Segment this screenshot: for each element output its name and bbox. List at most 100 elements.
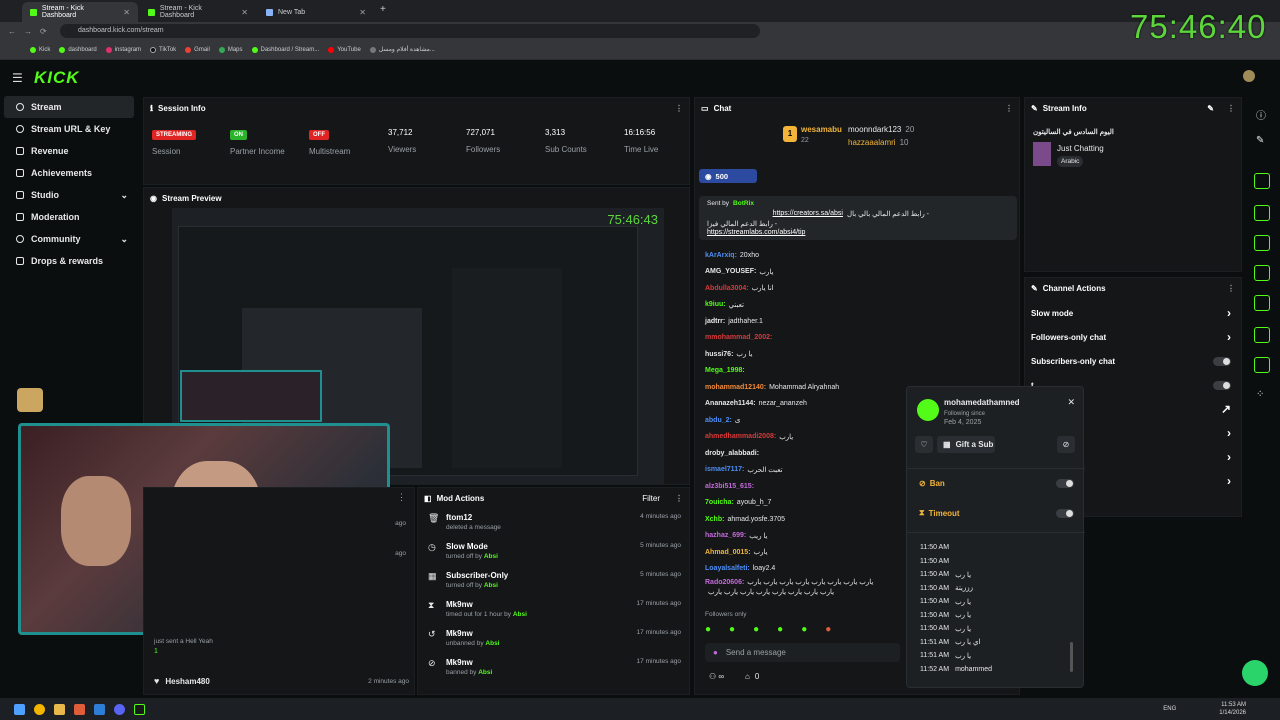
bookmark[interactable]: instagram — [105, 46, 141, 53]
close-icon[interactable]: ✕ — [1067, 397, 1075, 408]
new-tab-button[interactable]: + — [380, 4, 386, 15]
file-explorer-icon[interactable] — [54, 703, 65, 715]
bookmark[interactable]: Dashboard / Stream... — [251, 46, 319, 53]
hamburger-menu-icon[interactable]: ☰ — [12, 71, 23, 85]
more-options-icon[interactable]: ⋮ — [1005, 104, 1013, 113]
mod-action-row[interactable]: 🗑 ftom12 deleted a message 4 minutes ago — [418, 508, 689, 537]
ban-toggle[interactable] — [1056, 479, 1074, 488]
chrome-icon[interactable] — [34, 703, 45, 715]
info-icon[interactable]: ⓘ — [1256, 107, 1266, 122]
chat-message[interactable]: Mega_1998: — [705, 363, 1015, 380]
wrench-icon[interactable] — [1254, 357, 1270, 373]
emote-icon[interactable]: ● — [825, 624, 831, 635]
lightning-icon[interactable] — [1254, 205, 1270, 221]
sidebar-item-community[interactable]: Community ⌄ — [4, 228, 134, 250]
chat-message[interactable]: Abdulla3004: انا يارب — [705, 280, 1015, 297]
chat-username[interactable]: Ahmad_0015: — [705, 549, 751, 556]
more-options-icon[interactable]: ⋮ — [675, 494, 683, 503]
chat-users-icon[interactable]: ⚇ ∞ — [709, 672, 724, 681]
url-input[interactable]: dashboard.kick.com/stream — [60, 24, 760, 38]
chat-username[interactable]: Rado20606: — [705, 579, 744, 586]
chevron-right-icon[interactable]: › — [1227, 450, 1231, 464]
emote-icon[interactable]: ● — [753, 624, 759, 635]
chat-message[interactable]: AMG_YOUSEF: يارب — [705, 264, 1015, 281]
chat-username[interactable]: AMG_YOUSEF: — [705, 268, 756, 275]
scrollbar[interactable] — [1070, 642, 1073, 672]
top-gifter-name[interactable]: wesamabu — [801, 125, 842, 134]
close-tab-icon[interactable]: ✕ — [241, 8, 248, 17]
chevron-right-icon[interactable]: › — [1227, 426, 1231, 440]
language-indicator[interactable]: ENG — [1163, 706, 1176, 712]
gifter-name[interactable]: hazzaaalamri — [848, 138, 896, 147]
chat-username[interactable]: Mega_1998: — [705, 367, 745, 374]
back-icon[interactable]: ← — [8, 27, 16, 36]
filter-button[interactable]: Filter — [642, 494, 660, 503]
bookmark[interactable]: Gmail — [185, 46, 210, 53]
close-tab-icon[interactable]: ✕ — [359, 8, 366, 17]
chat-username[interactable]: alz3bi515_615: — [705, 483, 754, 490]
bookmark[interactable]: TikTok — [150, 46, 176, 53]
chat-username[interactable]: jadtrr: — [705, 318, 725, 325]
browser-tab[interactable]: New Tab ✕ — [258, 2, 374, 22]
more-options-icon[interactable]: ⋮ — [1227, 284, 1235, 293]
browser-tab[interactable]: Stream - Kick Dashboard ✕ — [22, 2, 138, 22]
chevron-right-icon[interactable]: › — [1227, 474, 1231, 488]
chat-message[interactable]: jadtrr: jadthaher.1 — [705, 313, 1015, 330]
chat-username[interactable]: Ananazeh1144: — [705, 400, 756, 407]
chat-username[interactable]: abdu_2: — [705, 417, 732, 424]
chat-username[interactable]: k9iuu: — [705, 301, 726, 308]
chat-username[interactable]: hussi76: — [705, 351, 733, 358]
windows-start-icon[interactable] — [14, 703, 25, 715]
chat-message[interactable]: mmohammad_2002: — [705, 330, 1015, 347]
sidebar-item-achievements[interactable]: Achievements — [4, 162, 134, 184]
sidebar-item-stream-url-key[interactable]: Stream URL & Key — [4, 118, 134, 140]
mod-action-row[interactable]: ◷ Slow Mode turned off by Absi 5 minutes… — [418, 537, 689, 566]
bookmark[interactable]: YouTube — [328, 46, 361, 53]
sidebar-item-studio[interactable]: Studio ⌄ — [4, 184, 134, 206]
more-options-icon[interactable]: ⋮ — [1227, 104, 1235, 113]
chat-username[interactable]: droby_alabbadi: — [705, 450, 759, 457]
gift-sub-button[interactable]: ▦ Gift a Sub — [937, 436, 995, 453]
channel-action-row[interactable]: Subscribers-only chat — [1025, 349, 1241, 373]
app-icon[interactable] — [74, 703, 85, 715]
chat-username[interactable]: hazhaz_699: — [705, 532, 746, 539]
user-card-name[interactable]: mohamedathamned — [944, 398, 1020, 407]
clock[interactable]: 11:53 AM 1/14/2026 — [1219, 701, 1246, 717]
grid-icon[interactable]: ⁘ — [1256, 389, 1264, 400]
camera-icon[interactable] — [1254, 173, 1270, 189]
goal-pill[interactable]: ◉ 500 — [699, 169, 757, 183]
emote-icon[interactable]: ● — [777, 624, 783, 635]
chat-message[interactable]: k9iuu: تعبني — [705, 297, 1015, 314]
forward-icon[interactable]: → — [24, 27, 32, 36]
sidebar-item-drops-rewards[interactable]: Drops & rewards — [4, 250, 134, 272]
bookmark[interactable]: Maps — [218, 46, 243, 53]
category-name[interactable]: Just Chatting — [1057, 144, 1104, 153]
chevron-down-icon[interactable]: ⌄ — [120, 190, 128, 201]
chevron-down-icon[interactable]: ⌄ — [120, 234, 128, 245]
microphone-icon[interactable]: ● — [713, 648, 718, 657]
pinned-link[interactable]: https://streamlabs.com/absi4/tip — [707, 229, 805, 236]
layers-icon[interactable] — [1254, 327, 1270, 343]
support-chat-button[interactable] — [1242, 660, 1268, 686]
chat-username[interactable]: 7ouicha: — [705, 499, 734, 506]
more-options-icon[interactable]: ⋮ — [675, 104, 683, 113]
channel-action-row[interactable]: Slow mode › — [1025, 301, 1241, 325]
chat-message[interactable]: kArArxiq: 20xho — [705, 247, 1015, 264]
profile-avatar[interactable] — [1243, 70, 1255, 82]
edit-icon[interactable]: ✎ — [1256, 135, 1264, 146]
emote-icon[interactable]: ● — [705, 624, 711, 635]
timeout-toggle[interactable] — [1056, 508, 1074, 518]
chevron-right-icon[interactable]: › — [1227, 330, 1231, 344]
reload-icon[interactable]: ⟳ — [40, 27, 47, 36]
channel-action-toggle[interactable] — [1213, 380, 1231, 390]
bookmark[interactable]: Kick — [30, 46, 50, 53]
kick-logo[interactable]: KICK — [34, 68, 80, 88]
edit-icon[interactable]: ✎ — [1207, 104, 1214, 113]
pinned-link[interactable]: https://creators.sa/absi — [773, 210, 843, 218]
follow-heart-button[interactable]: ♡ — [915, 436, 933, 453]
close-tab-icon[interactable]: ✕ — [123, 8, 130, 17]
chat-username[interactable]: Abdulla3004: — [705, 285, 749, 292]
pin-icon[interactable]: ⊘ — [1057, 436, 1075, 453]
channel-action-toggle[interactable] — [1213, 356, 1231, 366]
mod-action-row[interactable]: ⊘ Mk9nw banned by Absi 17 minutes ago — [418, 653, 689, 682]
